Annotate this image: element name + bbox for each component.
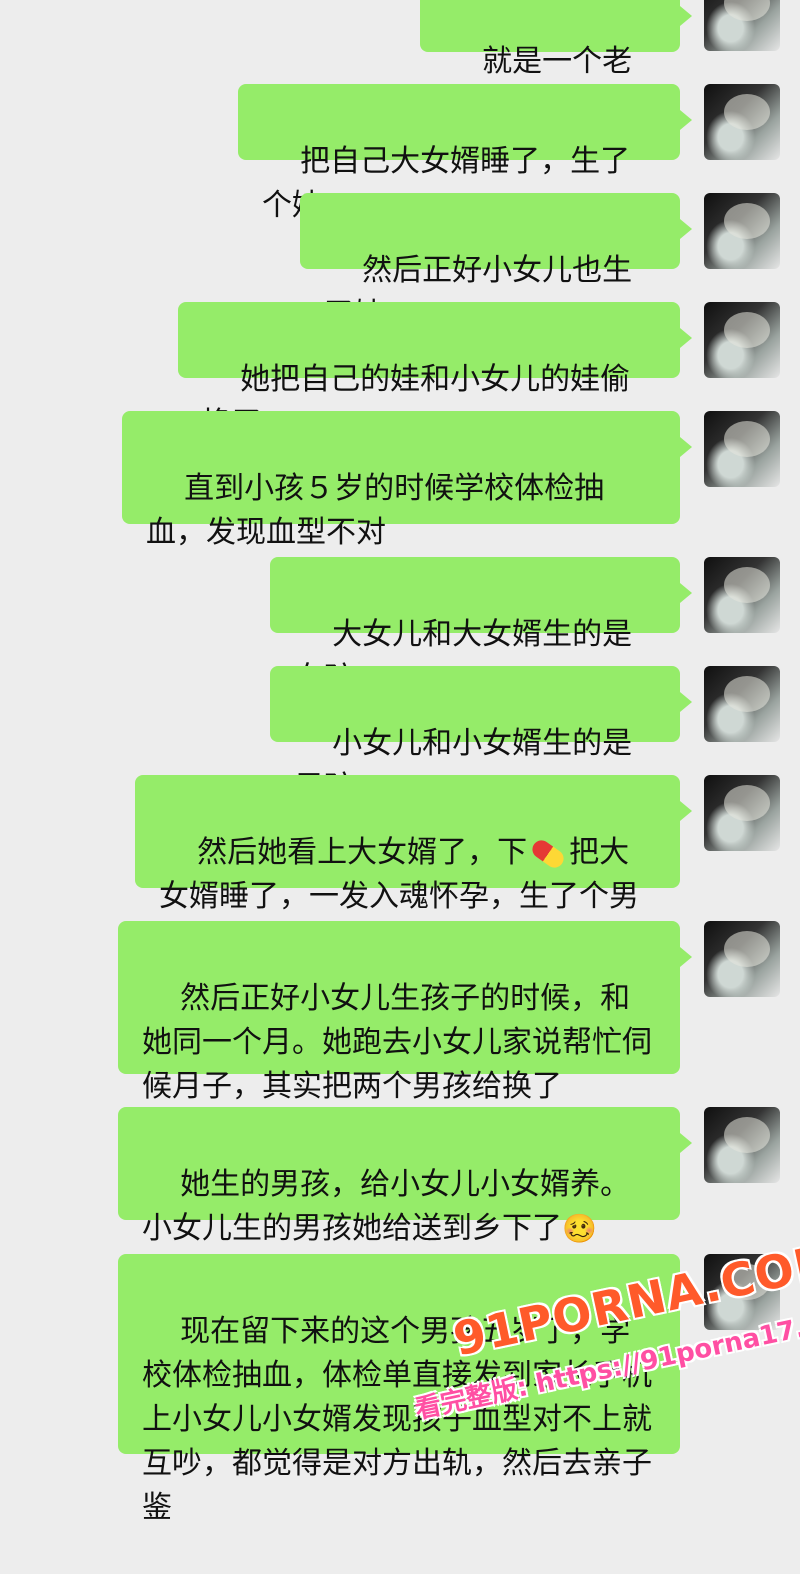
message-text: 现在留下来的这个男孩五岁了，学校体检抽血，体检单直接发到家长手机上小女儿小女婿发… (142, 1314, 652, 1525)
user-avatar[interactable] (704, 84, 780, 160)
message-bubble[interactable]: 小女儿和小女婿生的是男孩 (270, 666, 692, 805)
message-text: 她生的男孩，给小女儿小女婿养。小女儿生的男孩她给送到乡下了 (142, 1167, 631, 1246)
user-avatar[interactable] (704, 666, 780, 742)
user-avatar[interactable] (704, 1254, 780, 1330)
message-bubble[interactable]: 她把自己的娃和小女儿的娃偷换了 (178, 302, 692, 441)
user-avatar[interactable] (704, 411, 780, 487)
user-avatar[interactable] (704, 775, 780, 851)
message-text-part: 然后她看上大女婿了，下 (197, 835, 528, 870)
message-bubble[interactable]: 她生的男孩，给小女儿小女婿养。小女儿生的男孩她给送到乡下了🥴 (118, 1107, 692, 1246)
message-bubble[interactable]: 直到小孩５岁的时候学校体检抽血，发现血型不对 (122, 411, 692, 550)
message-bubble[interactable]: 然后正好小女儿生孩子的时候，和她同一个月。她跑去小女儿家说帮忙伺候月子，其实把两… (118, 921, 692, 1104)
user-avatar[interactable] (704, 557, 780, 633)
message-text: 然后正好小女儿生孩子的时候，和她同一个月。她跑去小女儿家说帮忙伺候月子，其实把两… (142, 981, 652, 1104)
message-bubble[interactable]: 然后她看上大女婿了，下把大女婿睡了，一发入魂怀孕，生了个男孩 (135, 775, 692, 958)
message-bubble[interactable]: 大女儿和大女婿生的是女孩 (270, 557, 692, 696)
message-bubble[interactable]: 把自己大女婿睡了，生了个娃 (238, 84, 692, 223)
message-bubble[interactable]: 然后正好小女儿也生了娃 (300, 193, 692, 332)
user-avatar[interactable] (704, 1107, 780, 1183)
user-avatar[interactable] (704, 302, 780, 378)
message-bubble[interactable]: 现在留下来的这个男孩五岁了，学校体检抽血，体检单直接发到家长手机上小女儿小女婿发… (118, 1254, 692, 1525)
woozy-face-icon: 🥴 (562, 1212, 597, 1245)
user-avatar[interactable] (704, 921, 780, 997)
message-bubble[interactable]: 就是一个老女人 (420, 0, 692, 123)
message-text: 直到小孩５岁的时候学校体检抽血，发现血型不对 (146, 471, 605, 550)
pill-icon (529, 836, 568, 871)
user-avatar[interactable] (704, 0, 780, 51)
user-avatar[interactable] (704, 193, 780, 269)
chat-area[interactable]: 就是一个老女人 把自己大女婿睡了，生了个娃 然后正好小女儿也生了娃 她把自己的娃… (0, 0, 800, 1525)
